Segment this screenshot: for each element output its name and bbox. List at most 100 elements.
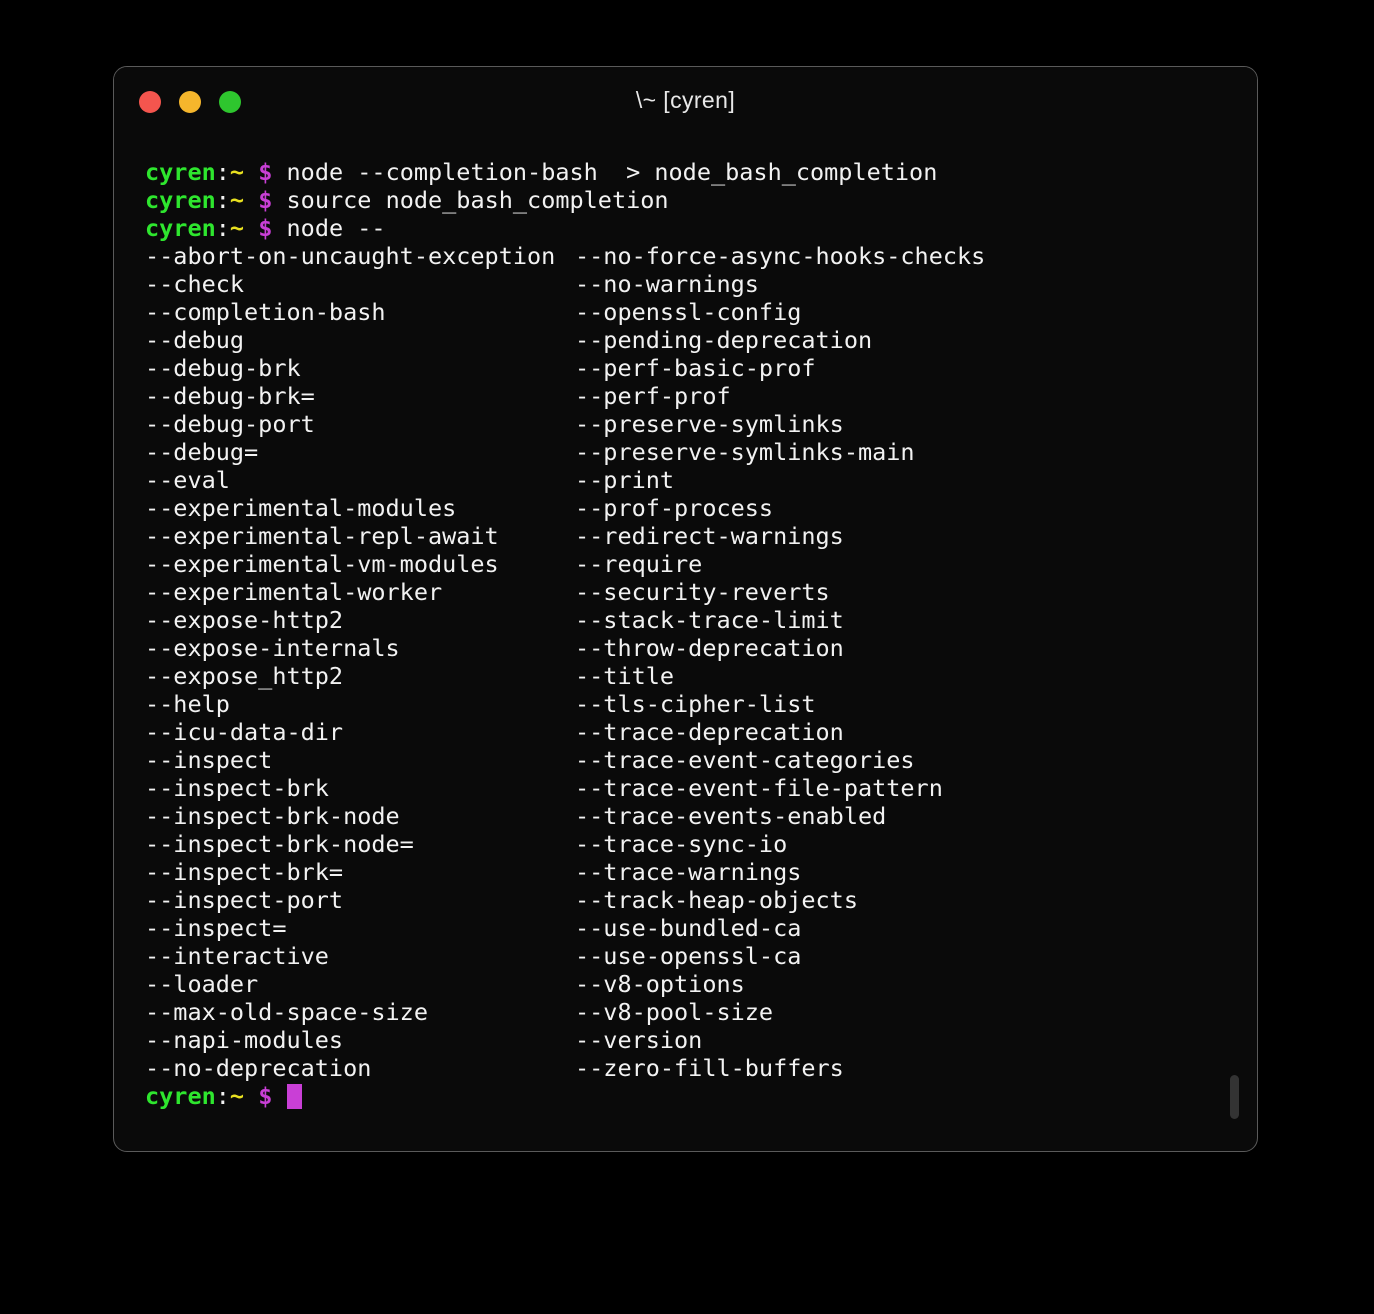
terminal-line-command-1: cyren:~ $ node --completion-bash > node_… [145, 158, 1257, 186]
prompt-path: ~ [230, 186, 244, 214]
completion-option: --debug [145, 326, 575, 354]
completion-option-row: --inspect=--use-bundled-ca [145, 914, 1257, 942]
completion-option-row: --eval--print [145, 466, 1257, 494]
prompt-space-1 [244, 158, 258, 186]
prompt-user: cyren [145, 158, 216, 186]
completion-option-row: --debug--pending-deprecation [145, 326, 1257, 354]
completion-options-list: --abort-on-uncaught-exception--no-force-… [145, 242, 1257, 1082]
completion-option-row: --interactive--use-openssl-ca [145, 942, 1257, 970]
completion-option-row: --experimental-vm-modules--require [145, 550, 1257, 578]
completion-option: --trace-events-enabled [575, 802, 886, 830]
terminal-line-active-prompt: cyren:~ $ [145, 1082, 1257, 1110]
terminal-output-area[interactable]: cyren:~ $ node --completion-bash > node_… [114, 135, 1257, 1145]
prompt-symbol: $ [258, 186, 272, 214]
completion-option: --trace-deprecation [575, 718, 844, 746]
completion-option: --title [575, 662, 674, 690]
completion-option: --trace-warnings [575, 858, 801, 886]
completion-option: --require [575, 550, 702, 578]
completion-option: --interactive [145, 942, 575, 970]
completion-option: --inspect [145, 746, 575, 774]
completion-option: --version [575, 1026, 702, 1054]
prompt-colon: : [216, 158, 230, 186]
completion-option: --openssl-config [575, 298, 801, 326]
completion-option: --pending-deprecation [575, 326, 872, 354]
prompt-space-2 [272, 186, 286, 214]
completion-option: --preserve-symlinks-main [575, 438, 915, 466]
completion-option: --trace-event-file-pattern [575, 774, 943, 802]
prompt-symbol: $ [258, 1082, 272, 1110]
prompt-path: ~ [230, 1082, 244, 1110]
prompt-space-2 [272, 214, 286, 242]
scrollbar-track[interactable] [1235, 135, 1247, 1141]
completion-option: --trace-event-categories [575, 746, 915, 774]
scrollbar-thumb[interactable] [1230, 1075, 1239, 1119]
completion-option: --experimental-modules [145, 494, 575, 522]
completion-option-row: --expose-internals--throw-deprecation [145, 634, 1257, 662]
prompt-space-1 [244, 214, 258, 242]
completion-option: --inspect-port [145, 886, 575, 914]
prompt-space-2 [272, 158, 286, 186]
completion-option: --inspect-brk= [145, 858, 575, 886]
completion-option: --abort-on-uncaught-exception [145, 242, 575, 270]
prompt-space-1 [244, 186, 258, 214]
completion-option-row: --inspect-port--track-heap-objects [145, 886, 1257, 914]
completion-option: --v8-options [575, 970, 745, 998]
completion-option-row: --no-deprecation--zero-fill-buffers [145, 1054, 1257, 1082]
completion-option-row: --debug-port--preserve-symlinks [145, 410, 1257, 438]
prompt-space-1 [244, 1082, 258, 1110]
completion-option: --no-force-async-hooks-checks [575, 242, 985, 270]
completion-option: --inspect-brk-node [145, 802, 575, 830]
completion-option: --perf-basic-prof [575, 354, 816, 382]
completion-option: --expose-http2 [145, 606, 575, 634]
completion-option: --v8-pool-size [575, 998, 773, 1026]
prompt-colon: : [216, 1082, 230, 1110]
prompt-path: ~ [230, 158, 244, 186]
completion-option-row: --debug-brk=--perf-prof [145, 382, 1257, 410]
completion-option-row: --abort-on-uncaught-exception--no-force-… [145, 242, 1257, 270]
completion-option-row: --help--tls-cipher-list [145, 690, 1257, 718]
completion-option: --use-bundled-ca [575, 914, 801, 942]
completion-option: --stack-trace-limit [575, 606, 844, 634]
terminal-line-command-3: cyren:~ $ node -- [145, 214, 1257, 242]
completion-option: --completion-bash [145, 298, 575, 326]
command-text-1: node --completion-bash > node_bash_compl… [287, 158, 938, 186]
completion-option: --debug-port [145, 410, 575, 438]
completion-option: --zero-fill-buffers [575, 1054, 844, 1082]
completion-option: --debug-brk= [145, 382, 575, 410]
completion-option: --no-deprecation [145, 1054, 575, 1082]
completion-option: --use-openssl-ca [575, 942, 801, 970]
completion-option: --throw-deprecation [575, 634, 844, 662]
completion-option: --check [145, 270, 575, 298]
prompt-space-2 [272, 1082, 286, 1110]
completion-option: --preserve-symlinks [575, 410, 844, 438]
completion-option: --loader [145, 970, 575, 998]
terminal-line-command-2: cyren:~ $ source node_bash_completion [145, 186, 1257, 214]
completion-option-row: --max-old-space-size--v8-pool-size [145, 998, 1257, 1026]
completion-option: --experimental-repl-await [145, 522, 575, 550]
completion-option: --debug= [145, 438, 575, 466]
prompt-path: ~ [230, 214, 244, 242]
completion-option: --debug-brk [145, 354, 575, 382]
completion-option: --experimental-worker [145, 578, 575, 606]
prompt-user: cyren [145, 1082, 216, 1110]
completion-option: --perf-prof [575, 382, 731, 410]
terminal-window: \~ [cyren] cyren:~ $ node --completion-b… [113, 66, 1258, 1152]
completion-option: --help [145, 690, 575, 718]
completion-option-row: --experimental-repl-await--redirect-warn… [145, 522, 1257, 550]
completion-option: --experimental-vm-modules [145, 550, 575, 578]
completion-option: --no-warnings [575, 270, 759, 298]
completion-option: --max-old-space-size [145, 998, 575, 1026]
completion-option: --redirect-warnings [575, 522, 844, 550]
completion-option: --napi-modules [145, 1026, 575, 1054]
completion-option: --prof-process [575, 494, 773, 522]
completion-option-row: --experimental-worker--security-reverts [145, 578, 1257, 606]
prompt-colon: : [216, 186, 230, 214]
completion-option-row: --experimental-modules--prof-process [145, 494, 1257, 522]
completion-option-row: --check--no-warnings [145, 270, 1257, 298]
completion-option-row: --inspect-brk--trace-event-file-pattern [145, 774, 1257, 802]
text-cursor[interactable] [287, 1084, 302, 1109]
completion-option: --inspect= [145, 914, 575, 942]
terminal-titlebar[interactable]: \~ [cyren] [114, 67, 1257, 135]
completion-option: --inspect-brk-node= [145, 830, 575, 858]
completion-option-row: --inspect-brk-node=--trace-sync-io [145, 830, 1257, 858]
